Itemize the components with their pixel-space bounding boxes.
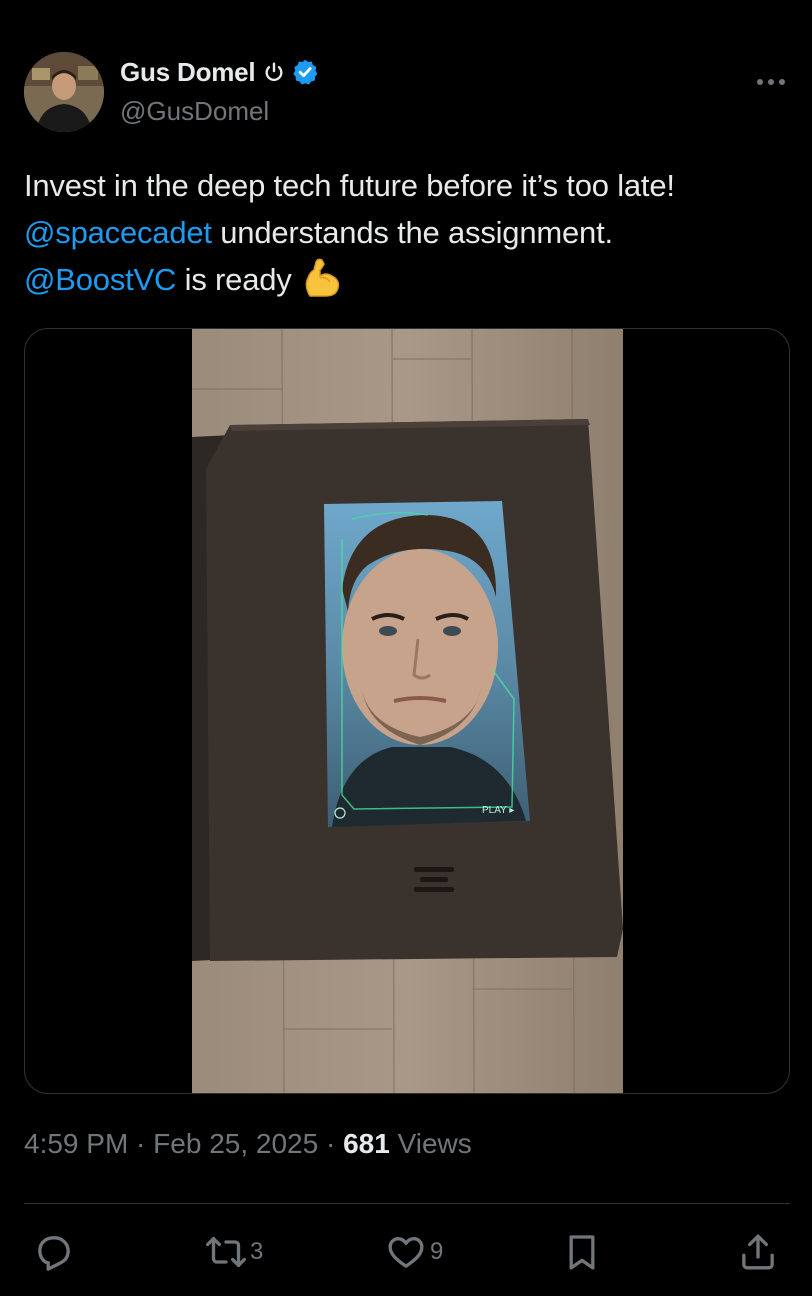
repost-button[interactable]: 3 bbox=[206, 1228, 263, 1276]
media-video[interactable]: PLAY ▸ bbox=[24, 328, 790, 1094]
play-label: PLAY ▸ bbox=[482, 805, 514, 816]
divider bbox=[24, 1203, 790, 1204]
repost-icon bbox=[206, 1237, 246, 1267]
author-name-row: Gus Domel bbox=[120, 56, 319, 88]
tweet-text: Invest in the deep tech future before it… bbox=[24, 162, 794, 303]
action-bar: 3 9 bbox=[0, 1228, 812, 1276]
bookmark-icon bbox=[569, 1235, 595, 1270]
views-count: 681 bbox=[343, 1128, 390, 1159]
avatar-image bbox=[24, 52, 104, 132]
video-frame: PLAY ▸ bbox=[192, 329, 623, 1093]
avatar[interactable] bbox=[24, 52, 104, 132]
reply-icon bbox=[38, 1236, 70, 1271]
verified-badge-icon[interactable] bbox=[291, 58, 319, 86]
meta-separator: · bbox=[128, 1128, 154, 1159]
views-label: Views bbox=[389, 1128, 472, 1159]
share-button[interactable] bbox=[738, 1228, 778, 1276]
tweet-line-2: @spacecadet understands the assignment. bbox=[24, 209, 794, 256]
like-icon bbox=[388, 1237, 424, 1268]
mention-spacecadet[interactable]: @spacecadet bbox=[24, 215, 212, 250]
tweet-meta: 4:59 PM · Feb 25, 2025 · 681 Views bbox=[24, 1128, 472, 1160]
bookmark-button[interactable] bbox=[562, 1228, 602, 1276]
like-count: 9 bbox=[430, 1238, 444, 1265]
more-options-button[interactable] bbox=[752, 66, 790, 96]
tweet-date[interactable]: Feb 25, 2025 bbox=[153, 1128, 318, 1159]
author-display-name[interactable]: Gus Domel bbox=[120, 57, 256, 88]
repost-count: 3 bbox=[250, 1238, 264, 1265]
meta-separator: · bbox=[318, 1128, 344, 1159]
tweet-line-3: @BoostVC is ready bbox=[24, 256, 794, 303]
author-handle[interactable]: @GusDomel bbox=[120, 96, 269, 127]
tweet-line-2-text: understands the assignment. bbox=[211, 215, 613, 250]
tweet-line-3-text: is ready bbox=[176, 262, 292, 297]
power-icon bbox=[265, 62, 283, 82]
reply-button[interactable] bbox=[34, 1228, 78, 1276]
like-button[interactable]: 9 bbox=[386, 1228, 443, 1276]
mention-boostvc[interactable]: @BoostVC bbox=[24, 262, 176, 297]
share-icon bbox=[742, 1234, 774, 1270]
tweet-time[interactable]: 4:59 PM bbox=[24, 1128, 128, 1159]
more-dots-icon bbox=[757, 79, 785, 85]
tweet-line-1: Invest in the deep tech future before it… bbox=[24, 168, 675, 203]
flexed-biceps-emoji bbox=[305, 258, 340, 297]
